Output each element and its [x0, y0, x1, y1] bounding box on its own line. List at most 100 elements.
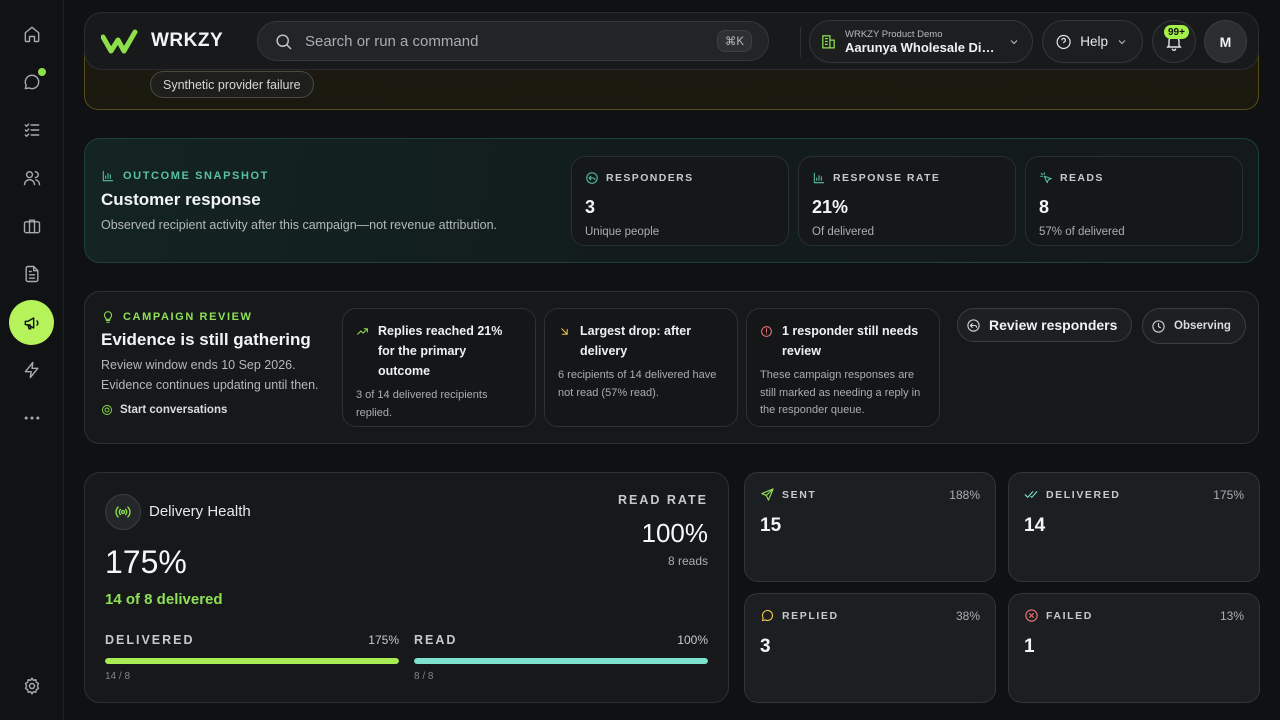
send-icon	[761, 488, 774, 501]
metric-response-rate[interactable]: RESPONSE RATE 21% Of delivered	[798, 156, 1016, 246]
stat-value: 14	[1024, 515, 1046, 536]
search-placeholder[interactable]: Search or run a command	[305, 33, 705, 50]
shortcut-hint: ⌘K	[716, 30, 752, 52]
briefcase-icon	[23, 219, 41, 234]
clock-icon	[1152, 319, 1165, 333]
main-content: Synthetic provider failure WRKZY Search …	[64, 0, 1280, 720]
x-circle-icon	[1025, 609, 1038, 622]
review-updating-text: Evidence continues updating until then.	[101, 378, 319, 392]
nav-tasks[interactable]	[12, 110, 52, 150]
outcome-description: Observed recipient activity after this c…	[101, 218, 498, 232]
bar-chart-icon	[102, 170, 114, 182]
review-window-text: Review window ends 10 Sep 2026.	[101, 358, 296, 372]
evidence-body: 3 of 14 delivered recipients replied.	[356, 389, 488, 419]
outcome-snapshot: OUTCOME SNAPSHOT Customer response Obser…	[84, 138, 1259, 263]
megaphone-icon	[24, 316, 39, 330]
nav-users[interactable]	[12, 158, 52, 198]
document-icon	[25, 265, 39, 283]
review-responders-label: Review responders	[989, 317, 1118, 333]
bar-percent: 100%	[677, 633, 708, 647]
nav-chat[interactable]	[12, 62, 52, 102]
stat-label: DELIVERED	[1046, 488, 1121, 501]
stat-percent: 188%	[949, 487, 980, 502]
home-icon	[24, 26, 40, 43]
stat-failed[interactable]: FAILED 13% 1	[1008, 593, 1260, 703]
brand-name: WRKZY	[151, 30, 224, 51]
header-divider	[800, 27, 801, 57]
bar-chart-icon	[813, 172, 825, 184]
evidence-card-drop: Largest drop: after delivery 6 recipient…	[544, 308, 738, 427]
stat-percent: 38%	[955, 608, 980, 623]
delivered-progress: DELIVERED 175% 14 / 8	[105, 633, 399, 682]
top-bar: WRKZY Search or run a command ⌘K WRKZY P…	[84, 12, 1259, 70]
search-bar[interactable]: Search or run a command ⌘K	[257, 21, 769, 61]
double-check-icon	[1024, 491, 1038, 498]
notification-count: 99+	[1164, 25, 1189, 39]
chevron-down-icon	[1010, 39, 1018, 44]
start-conversations-label: Start conversations	[120, 404, 228, 416]
avatar[interactable]: M	[1204, 20, 1247, 63]
nav-more[interactable]	[12, 398, 52, 438]
outcome-eyebrow: OUTCOME SNAPSHOT	[101, 169, 269, 183]
nav-documents[interactable]	[12, 254, 52, 294]
metric-value: 21%	[812, 197, 849, 217]
evidence-body: These campaign responses are still marke…	[760, 369, 921, 416]
help-label: Help	[1080, 34, 1108, 49]
evidence-heading: Replies reached 21% for the primary outc…	[378, 324, 503, 378]
progress-track	[414, 658, 708, 664]
nav-campaigns[interactable]	[9, 300, 54, 345]
help-icon	[1056, 34, 1071, 49]
stat-delivered[interactable]: DELIVERED 175% 14	[1008, 472, 1260, 582]
nav-briefcase[interactable]	[12, 206, 52, 246]
org-workspace: WRKZY Product Demo	[845, 28, 943, 40]
bar-label: DELIVERED	[105, 633, 195, 647]
evidence-body: 6 recipients of 14 delivered have not re…	[558, 369, 717, 399]
building-icon	[822, 35, 835, 49]
review-title: Evidence is still gathering	[101, 330, 311, 349]
evidence-heading: Largest drop: after delivery	[580, 324, 692, 358]
delivery-health-title: Delivery Health	[149, 503, 251, 520]
sidebar	[0, 0, 64, 720]
trend-up-icon	[357, 328, 368, 335]
review-eyebrow: CAMPAIGN REVIEW	[101, 310, 253, 324]
org-switcher[interactable]: WRKZY Product Demo Aarunya Wholesale Dis…	[809, 20, 1033, 63]
progress-fill	[105, 658, 399, 664]
lightbulb-icon	[103, 311, 113, 323]
users-icon	[23, 171, 41, 186]
logo-icon	[101, 29, 138, 54]
evidence-card-review: 1 responder still needs review These cam…	[746, 308, 940, 427]
broadcast-icon-wrap	[105, 494, 141, 530]
notifications-button[interactable]: 99+	[1152, 20, 1196, 63]
start-conversations-link[interactable]: Start conversations	[101, 404, 227, 416]
delivery-percentage: 175%	[105, 544, 187, 580]
bar-fraction: 14 / 8	[105, 671, 131, 682]
metric-responders[interactable]: RESPONDERS 3 Unique people	[571, 156, 789, 246]
failure-chip[interactable]: Synthetic provider failure	[150, 71, 314, 98]
stat-value: 1	[1024, 636, 1035, 657]
stat-replied[interactable]: REPLIED 38% 3	[744, 593, 996, 703]
evidence-heading: 1 responder still needs review	[782, 324, 919, 358]
org-name: Aarunya Wholesale Distributors	[845, 39, 1000, 55]
observing-status: Observing	[1142, 308, 1246, 344]
stat-sent[interactable]: SENT 188% 15	[744, 472, 996, 582]
message-circle-icon	[761, 609, 774, 622]
metric-reads[interactable]: READS 8 57% of delivered	[1025, 156, 1243, 246]
metric-value: 3	[585, 197, 596, 217]
stat-value: 3	[760, 636, 771, 657]
help-button[interactable]: Help	[1042, 20, 1143, 63]
arrow-down-right-icon	[561, 328, 568, 335]
bolt-icon	[24, 361, 39, 379]
settings-icon	[24, 677, 40, 695]
metric-label: RESPONDERS	[606, 172, 694, 184]
alert-circle-icon	[761, 326, 772, 337]
review-responders-button[interactable]: Review responders	[957, 308, 1133, 342]
metric-subtext: 57% of delivered	[1039, 226, 1125, 238]
search-icon	[276, 33, 292, 49]
brand-logo[interactable]: WRKZY	[101, 27, 223, 55]
nav-home[interactable]	[12, 14, 52, 54]
more-icon	[24, 416, 40, 420]
read-rate-label: READ RATE	[618, 493, 708, 507]
review-eyebrow-label: CAMPAIGN REVIEW	[123, 311, 253, 323]
nav-automations[interactable]	[12, 350, 52, 390]
nav-settings[interactable]	[12, 666, 52, 706]
